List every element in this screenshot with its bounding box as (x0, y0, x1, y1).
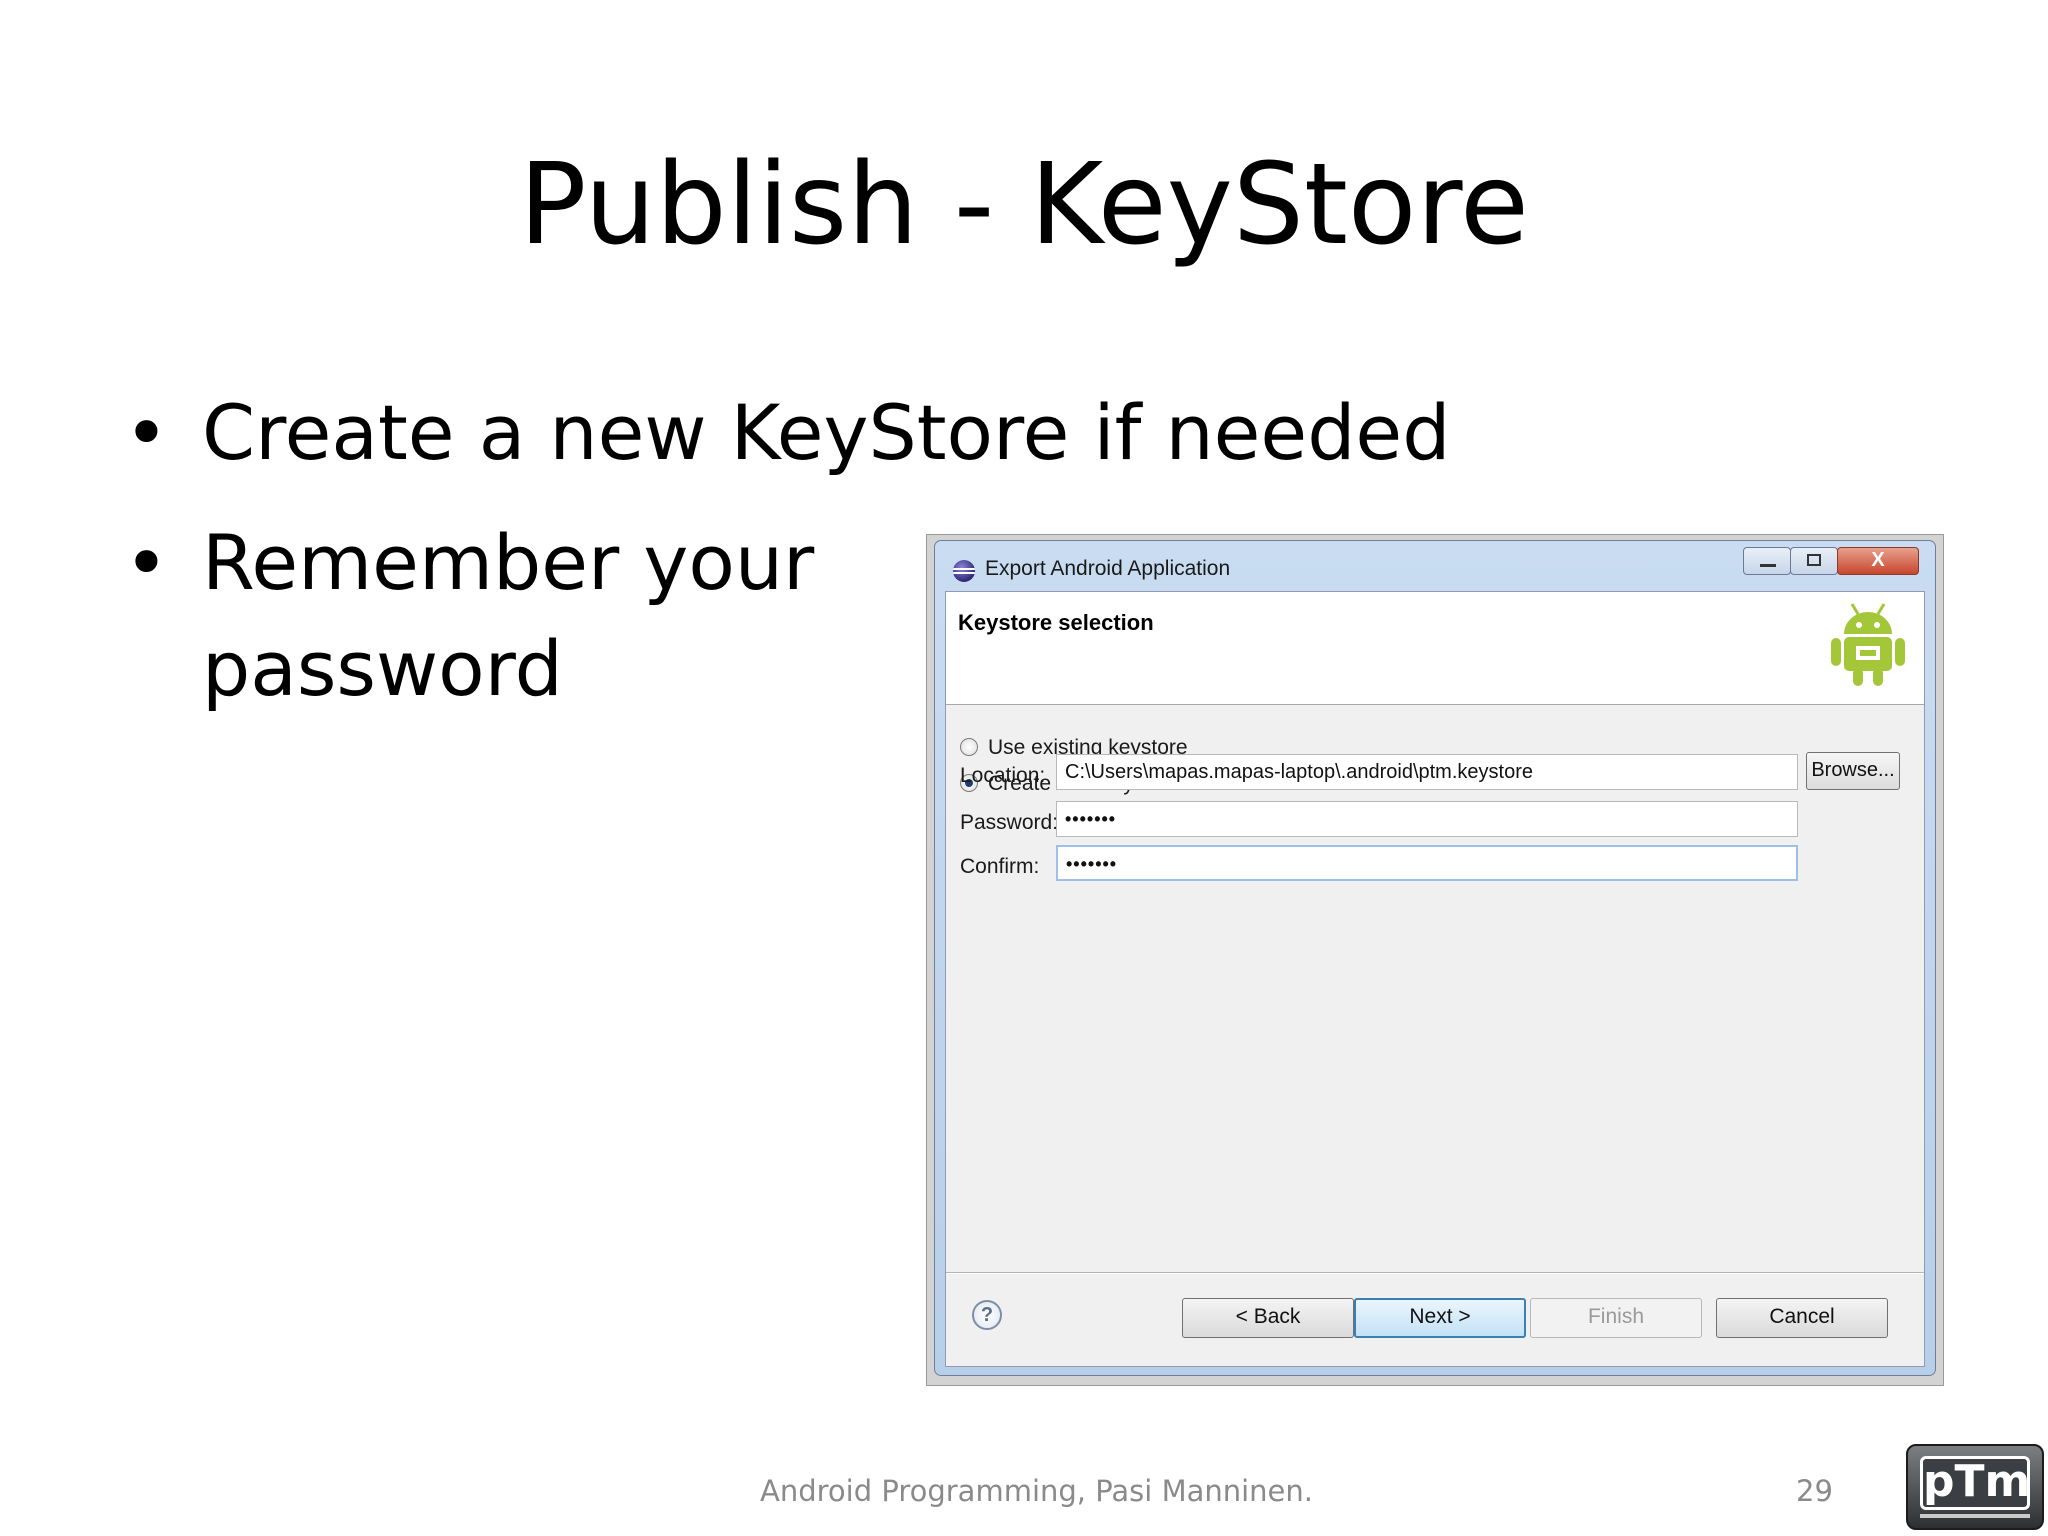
bullet-item: • Create a new KeyStore if needed (118, 380, 1450, 486)
android-icon (1831, 603, 1905, 686)
password-label: Password: (960, 811, 1059, 834)
maximize-button[interactable] (1790, 547, 1838, 575)
ptm-logo-text: pTm (1920, 1456, 2030, 1510)
browse-button[interactable]: Browse... (1806, 752, 1900, 790)
finish-button[interactable]: Finish (1530, 1298, 1702, 1338)
help-icon[interactable]: ? (972, 1300, 1002, 1330)
dialog-client-area: Keystore selection Use existing keystore (945, 591, 1925, 1367)
bullet-dot: • (124, 518, 169, 607)
slide-title: Publish - KeyStore (519, 140, 1529, 270)
use-existing-radio[interactable] (960, 738, 978, 756)
slide-footer: Android Programming, Pasi Manninen. (760, 1474, 1313, 1508)
bullet-dot: • (124, 388, 169, 477)
maximize-icon (1807, 554, 1821, 566)
confirm-label: Confirm: (960, 855, 1040, 878)
confirm-password-field[interactable]: ••••••• (1056, 845, 1798, 881)
minimize-button[interactable] (1743, 547, 1791, 575)
cancel-button[interactable]: Cancel (1716, 1298, 1888, 1338)
ptm-logo: pTm (1906, 1444, 2044, 1530)
location-label: Location: (960, 764, 1046, 787)
bullet-text: Remember your password (202, 518, 815, 713)
bullet-item: • Remember your password (118, 510, 882, 722)
close-icon: X (1871, 549, 1885, 571)
window-title: Export Android Application (985, 557, 1231, 580)
wizard-page-title: Keystore selection (958, 610, 1154, 635)
location-field[interactable]: C:\Users\mapas.mapas-laptop\.android\ptm… (1056, 754, 1798, 790)
title-bar[interactable]: Export Android Application X (935, 541, 1935, 591)
ptm-logo-underline (1920, 1514, 2030, 1518)
next-button[interactable]: Next > (1354, 1298, 1526, 1338)
back-button[interactable]: < Back (1182, 1298, 1354, 1338)
minimize-icon (1760, 564, 1776, 567)
password-field[interactable]: ••••••• (1056, 801, 1798, 837)
bullet-text: Create a new KeyStore if needed (202, 388, 1451, 477)
export-dialog: Export Android Application X Keystore se… (934, 540, 1936, 1376)
eclipse-app-icon (953, 560, 975, 582)
close-button[interactable]: X (1837, 547, 1919, 575)
button-bar-divider (946, 1272, 1924, 1274)
wizard-header: Keystore selection (946, 592, 1924, 705)
page-number: 29 (1796, 1474, 1833, 1508)
